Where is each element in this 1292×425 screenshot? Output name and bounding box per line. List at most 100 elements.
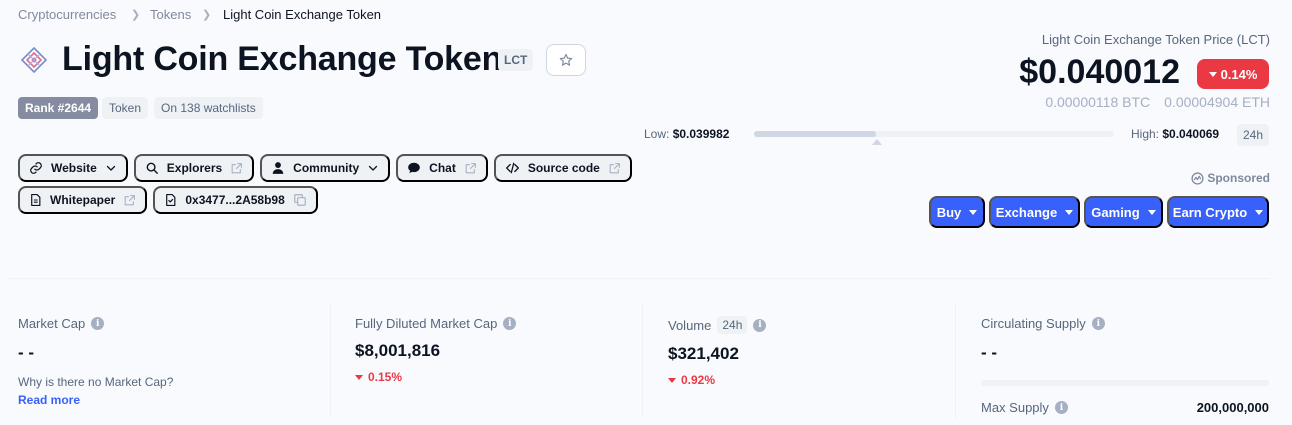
external-link-icon	[124, 194, 136, 205]
page-title: Light Coin Exchange Token	[62, 40, 503, 78]
external-link-icon	[231, 162, 243, 173]
website-label: Website	[51, 161, 97, 175]
caret-down-icon	[1147, 209, 1156, 215]
price-range-bar	[754, 131, 1114, 137]
info-icon[interactable]: i	[1091, 317, 1105, 330]
type-badge: Token	[102, 97, 149, 119]
info-icon[interactable]: i	[753, 318, 767, 332]
market-cap-question: Why is there no Market Cap?	[18, 375, 174, 389]
external-link-icon	[609, 162, 620, 173]
stat-divider	[642, 304, 643, 418]
source-code-button[interactable]: Source code	[493, 154, 632, 182]
fdmc-label: Fully Diluted Market Cap	[355, 316, 498, 331]
links-row: Website Explorers Community Chat Source …	[18, 154, 632, 182]
buy-label: Buy	[936, 204, 962, 220]
market-cap-value: - -	[18, 343, 35, 362]
buy-button[interactable]: Buy	[929, 196, 985, 228]
info-icon[interactable]: i	[503, 317, 517, 330]
earn-crypto-label: Earn Crypto	[1172, 204, 1248, 220]
info-icon[interactable]: i	[1054, 401, 1068, 414]
low-value: $0.039982	[672, 127, 730, 141]
circulating-supply-value: - -	[981, 343, 998, 362]
circulating-supply-label: Circulating Supply	[981, 316, 1086, 331]
high-label: High:	[1131, 127, 1160, 141]
copy-icon[interactable]	[293, 193, 307, 207]
contract-address-button[interactable]: 0x3477...2A58b98	[153, 186, 318, 214]
market-cap-label: Market Cap	[18, 316, 86, 331]
earn-crypto-button[interactable]: Earn Crypto	[1167, 196, 1269, 228]
volume-label: Volume	[668, 317, 712, 333]
caret-down-icon	[1255, 209, 1264, 215]
whitepaper-button[interactable]: Whitepaper	[18, 186, 148, 214]
gaming-label: Gaming	[1091, 204, 1140, 220]
range-marker-icon	[872, 139, 882, 145]
max-supply-row: Max Supply i 200,000,000	[981, 400, 1269, 415]
low-price: Low: $0.039982	[644, 127, 729, 141]
star-icon	[559, 53, 573, 66]
exchange-label: Exchange	[995, 204, 1058, 220]
coin-logo	[20, 46, 48, 74]
chevron-right-icon: ❯	[202, 9, 212, 21]
watchlist-star-button[interactable]	[546, 44, 586, 76]
market-cap-stat: Market Cap i - - Why is there no Market …	[18, 316, 173, 407]
caret-down-icon	[355, 374, 363, 380]
sponsored-text: Sponsored	[1207, 171, 1270, 185]
breadcrumb-tokens[interactable]: Tokens	[150, 7, 191, 22]
fdmc-stat: Fully Diluted Market Cap i $8,001,816 0.…	[355, 316, 517, 384]
contract-address-label: 0x3477...2A58b98	[185, 193, 285, 207]
price-value: $0.040012	[1019, 53, 1180, 91]
price-label: Light Coin Exchange Token Price (LCT)	[1041, 32, 1270, 47]
link-icon	[30, 162, 42, 174]
caret-down-icon	[1065, 209, 1074, 215]
range-period-selector[interactable]: 24h	[1237, 124, 1270, 146]
exchange-button[interactable]: Exchange	[989, 196, 1080, 228]
search-icon	[146, 162, 158, 174]
explorers-button[interactable]: Explorers	[133, 154, 255, 182]
chat-button[interactable]: Chat	[396, 154, 488, 182]
fdmc-change-value: 0.15%	[368, 370, 403, 384]
volume-change: 0.92%	[668, 373, 766, 387]
whitepaper-label: Whitepaper	[50, 193, 116, 207]
circulating-supply-stat: Circulating Supply i - - Max Supply i 20…	[981, 316, 1269, 415]
fdmc-value: $8,001,816	[355, 341, 441, 360]
chat-label: Chat	[429, 161, 456, 175]
chat-bubble-icon	[408, 162, 420, 174]
breadcrumb-current: Light Coin Exchange Token	[223, 7, 382, 22]
price-range-fill	[754, 131, 877, 137]
explorers-label: Explorers	[166, 161, 223, 175]
price-eth: 0.00004904 ETH	[1164, 94, 1270, 110]
price-change-badge: 0.14%	[1197, 59, 1269, 89]
max-supply-label: Max Supply	[981, 400, 1049, 415]
fdmc-change: 0.15%	[355, 370, 516, 384]
external-link-icon	[465, 162, 476, 173]
caret-down-icon	[969, 209, 978, 215]
high-value: $0.040069	[1162, 127, 1220, 141]
high-price: High: $0.040069	[1131, 127, 1219, 141]
chevron-down-icon	[106, 165, 115, 171]
breadcrumb-cryptocurrencies[interactable]: Cryptocurrencies	[18, 7, 116, 22]
volume-value: $321,402	[668, 344, 739, 363]
stat-divider	[955, 304, 956, 418]
sponsored-label: Sponsored	[1191, 171, 1270, 185]
volume-stat: Volume 24h i $321,402 0.92%	[668, 316, 767, 387]
document-icon	[31, 193, 41, 207]
contract-icon	[166, 193, 176, 207]
volume-change-value: 0.92%	[681, 373, 716, 387]
rank-badge: Rank #2644	[18, 97, 99, 119]
max-supply-value: 200,000,000	[1196, 400, 1269, 415]
sponsored-logo-icon	[1191, 171, 1204, 185]
code-icon	[505, 162, 519, 174]
community-label: Community	[293, 161, 360, 175]
read-more-link[interactable]: Read more	[18, 393, 173, 407]
chevron-right-icon: ❯	[131, 9, 141, 21]
caret-down-icon	[1208, 71, 1217, 77]
website-button[interactable]: Website	[18, 154, 128, 182]
info-icon[interactable]: i	[91, 317, 105, 330]
gaming-button[interactable]: Gaming	[1084, 196, 1163, 228]
community-button[interactable]: Community	[260, 154, 391, 182]
price-conversions: 0.00000118 BTC 0.00004904 ETH	[1045, 94, 1270, 110]
symbol-badge: LCT	[498, 49, 534, 71]
source-code-label: Source code	[527, 161, 600, 175]
supply-progress-bar	[981, 380, 1269, 386]
volume-period-badge: 24h	[717, 316, 748, 334]
